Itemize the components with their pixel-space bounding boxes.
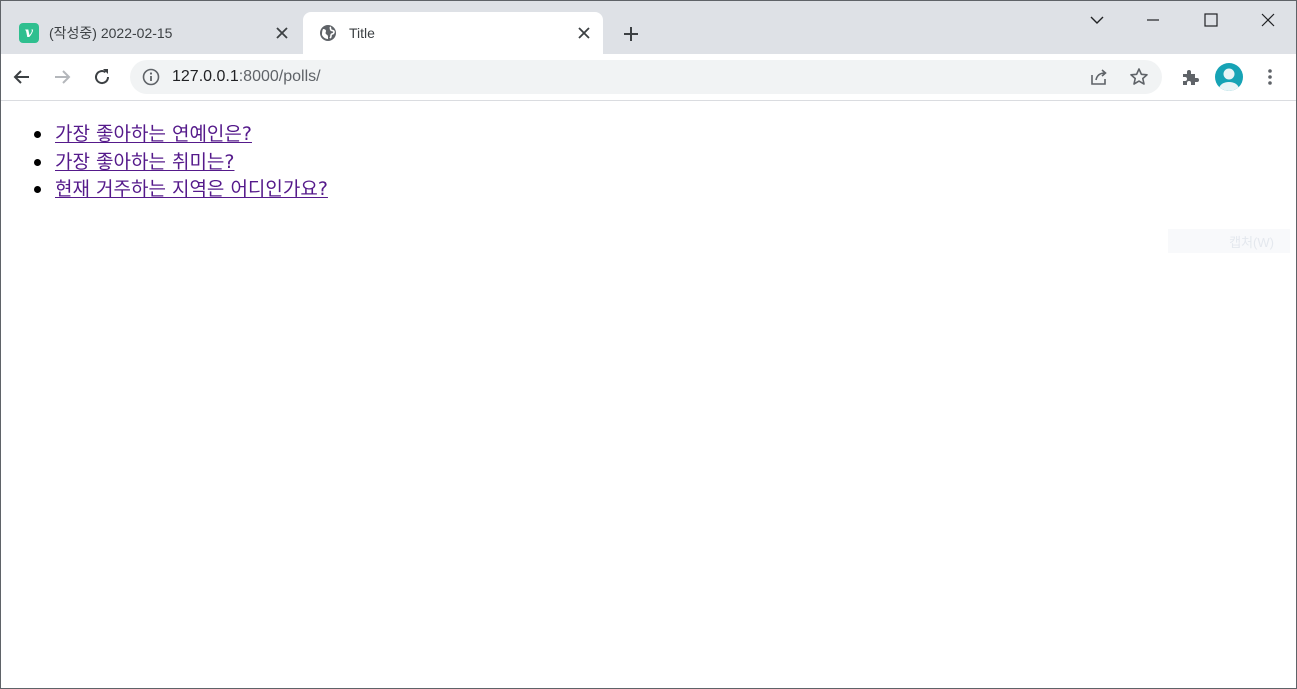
page-content: 가장 좋아하는 연예인은? 가장 좋아하는 취미는? 현재 거주하는 지역은 어… [1,101,1296,688]
close-icon[interactable] [1253,5,1283,35]
tab-title: Title [349,25,375,41]
capture-overlay-label: 캡처(W) [1168,229,1290,253]
tab-title: (작성중) 2022-02-15 [49,25,173,41]
url-host: 127.0.0.1 [172,68,239,85]
list-item: 가장 좋아하는 취미는? [34,149,328,177]
globe-icon [319,24,337,42]
poll-link[interactable]: 현재 거주하는 지역은 어디인가요? [55,178,328,200]
tab-search-icon[interactable] [1082,5,1112,35]
avatar[interactable] [1215,63,1243,91]
browser-toolbar: 127.0.0.1:8000/polls/ [1,54,1296,101]
close-icon[interactable] [271,22,293,44]
browser-window: v (작성중) 2022-02-15 Title 127.0.0.1:8000/… [0,0,1297,689]
extensions-puzzle-icon[interactable] [1176,63,1204,91]
poll-link[interactable]: 가장 좋아하는 연예인은? [55,123,252,145]
share-icon[interactable] [1088,66,1110,88]
back-arrow-icon[interactable] [8,63,36,91]
maximize-icon[interactable] [1196,5,1226,35]
info-icon[interactable] [142,68,160,86]
forward-arrow-icon[interactable] [48,63,76,91]
tab-title-page[interactable]: Title [303,12,603,54]
poll-link[interactable]: 가장 좋아하는 취미는? [55,151,234,173]
tab-draft[interactable]: v (작성중) 2022-02-15 [9,12,301,54]
tab-strip: v (작성중) 2022-02-15 Title [1,1,1296,54]
minimize-icon[interactable] [1138,5,1168,35]
menu-dots-icon[interactable] [1256,63,1284,91]
poll-list: 가장 좋아하는 연예인은? 가장 좋아하는 취미는? 현재 거주하는 지역은 어… [34,121,328,204]
velog-favicon-icon: v [19,23,39,43]
url-text[interactable]: 127.0.0.1:8000/polls/ [172,68,321,86]
plus-icon[interactable] [617,20,645,48]
reload-icon[interactable] [88,63,116,91]
url-path: :8000/polls/ [238,68,321,85]
address-bar[interactable]: 127.0.0.1:8000/polls/ [130,60,1162,94]
star-icon[interactable] [1128,66,1150,88]
list-item: 가장 좋아하는 연예인은? [34,121,328,149]
list-item: 현재 거주하는 지역은 어디인가요? [34,176,328,204]
close-icon[interactable] [573,22,595,44]
